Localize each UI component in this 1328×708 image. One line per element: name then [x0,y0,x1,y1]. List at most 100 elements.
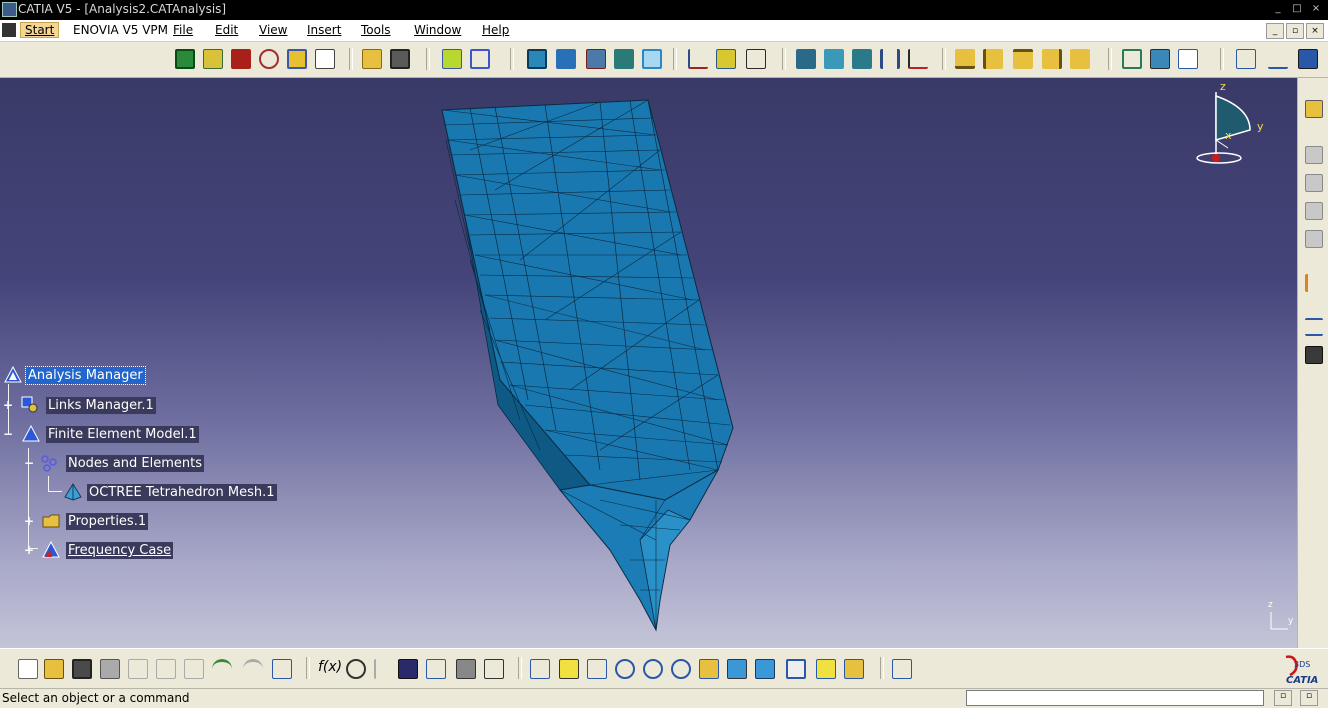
group1-icon[interactable] [1305,146,1323,164]
rotate-icon[interactable] [615,659,635,679]
plane3-icon[interactable] [1013,49,1033,69]
plane1-icon[interactable] [955,49,975,69]
minimize-button[interactable]: _ [1270,2,1286,15]
box-icon[interactable] [586,49,606,69]
tree-node-links-manager[interactable]: + Links Manager.1 [0,396,200,416]
table-icon[interactable] [315,49,335,69]
3d-viewport[interactable]: z y x z y Analysis Manager + Links Manag… [0,78,1298,648]
zoom-in-icon[interactable] [643,659,663,679]
views-icon[interactable] [755,659,775,679]
menu-start[interactable]: Start [20,22,60,38]
tree-label-octree-mesh[interactable]: OCTREE Tetrahedron Mesh.1 [87,484,277,501]
tools-icon[interactable] [1150,49,1170,69]
hide-show-icon[interactable] [816,659,836,679]
deform-icon[interactable] [824,49,844,69]
tree-node-frequency-case[interactable]: + Frequency Case [0,541,200,561]
fem-icon[interactable] [175,49,195,69]
fly-icon[interactable] [530,659,550,679]
select-icon[interactable] [1305,274,1323,292]
maximize-button[interactable]: □ [1289,2,1305,15]
fit-all-icon[interactable] [559,659,579,679]
tree-label-frequency-case[interactable]: Frequency Case [66,542,174,559]
tree-node-nodes-elements[interactable]: − Nodes and Elements [0,454,220,474]
expand-links-icon[interactable]: + [3,399,13,411]
help-icon[interactable] [272,659,292,679]
status-button-2[interactable]: ▫ [1300,690,1318,706]
lock-icon[interactable] [456,659,476,679]
comment-icon[interactable] [346,659,366,679]
menu-tools[interactable]: Tools [361,23,391,37]
mesh-icon[interactable] [203,49,223,69]
close-button[interactable]: × [1308,2,1324,15]
paste-icon[interactable] [184,659,204,679]
axis-icon[interactable] [746,49,766,69]
compute-icon[interactable] [1305,346,1323,364]
parameter-icon[interactable] [374,659,394,679]
tree-label-analysis-manager[interactable]: Analysis Manager [25,366,146,385]
plane4-icon[interactable] [1042,49,1062,69]
swap-icon[interactable] [844,659,864,679]
redo-icon[interactable] [243,659,263,679]
document-icon[interactable] [2,23,16,37]
copy-icon[interactable] [156,659,176,679]
tree-label-nodes-elements[interactable]: Nodes and Elements [66,455,205,472]
load-icon[interactable] [287,49,307,69]
menu-insert[interactable]: Insert [307,23,341,37]
stack-icon[interactable] [852,49,872,69]
normal-view-icon[interactable] [699,659,719,679]
open-icon[interactable] [362,49,382,69]
measure-icon[interactable] [484,659,504,679]
collapse-nodes-icon[interactable]: − [24,457,34,469]
grid-icon[interactable] [1122,49,1142,69]
doc-restore-button[interactable]: ▫ [1286,23,1304,39]
book-icon[interactable] [1298,49,1318,69]
formula-icon[interactable]: f(x) [318,659,342,679]
menu-enovia[interactable]: ENOVIA V5 VPM [73,23,168,37]
shading-icon[interactable] [786,659,806,679]
group3-icon[interactable] [1305,202,1323,220]
zoom-out-icon[interactable] [671,659,691,679]
table-icon[interactable] [398,659,418,679]
table2-icon[interactable] [1236,49,1256,69]
doc-close-button[interactable]: × [1306,23,1324,39]
layer-icon[interactable] [796,49,816,69]
tree-label-links-manager[interactable]: Links Manager.1 [46,397,156,414]
new-icon[interactable] [18,659,38,679]
status-button-1[interactable]: ▫ [1274,690,1292,706]
measure-icon[interactable] [1305,318,1323,336]
group2-icon[interactable] [1305,174,1323,192]
group4-icon[interactable] [1305,230,1323,248]
menu-file[interactable]: File [173,23,193,37]
plane2-icon[interactable] [983,49,1003,69]
collapse-fem-icon[interactable]: − [3,428,13,440]
tree-node-properties[interactable]: + Properties.1 [0,512,200,532]
cube-icon[interactable] [614,49,634,69]
open-icon[interactable] [44,659,64,679]
undo-icon[interactable] [212,659,232,679]
measure-icon[interactable] [880,49,900,69]
plot-icon[interactable] [908,49,928,69]
edit1-icon[interactable] [1268,49,1288,69]
sensor-icon[interactable] [442,49,462,69]
surface-icon[interactable] [716,49,736,69]
material-icon[interactable] [1305,100,1323,118]
menu-edit[interactable]: Edit [215,23,238,37]
tree-label-properties[interactable]: Properties.1 [66,513,149,530]
material-icon[interactable] [231,49,251,69]
menu-window[interactable]: Window [414,23,461,37]
tree-expand-icon[interactable] [892,659,912,679]
menu-view[interactable]: View [259,23,287,37]
pan-icon[interactable] [587,659,607,679]
menu-help[interactable]: Help [482,23,509,37]
plane5-icon[interactable] [1070,49,1090,69]
doc-minimize-button[interactable]: _ [1266,23,1284,39]
fit-icon[interactable] [642,49,662,69]
save-icon[interactable] [390,49,410,69]
line-icon[interactable] [688,49,708,69]
expand-frequency-icon[interactable]: + [24,544,34,556]
cut-icon[interactable] [128,659,148,679]
expand-properties-icon[interactable]: + [24,515,34,527]
restraint-icon[interactable] [259,49,279,69]
command-input[interactable] [966,690,1264,706]
connect-icon[interactable] [470,49,490,69]
